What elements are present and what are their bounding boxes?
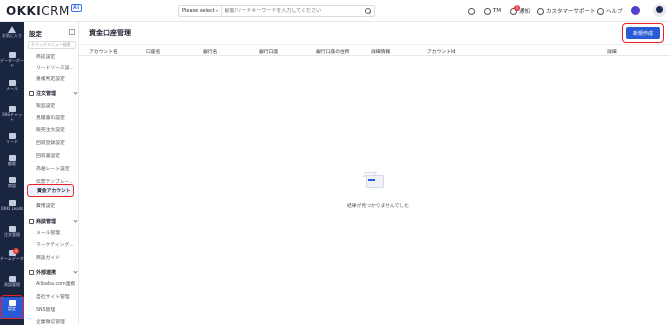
column-header: 口座名 [146,50,161,55]
subnav-item[interactable]: 回収登録設定 [36,139,65,146]
subnav-item[interactable]: Alibaba.com連携 [36,280,75,287]
sidebar-item-label: チームデータ [0,256,24,261]
page-title: 資金口座管理 [89,29,131,37]
subnav-item[interactable]: 商談設定 [36,53,55,60]
sidebar-item-mail[interactable]: メール [0,80,24,102]
column-header: 銀行口座 [259,50,279,55]
empty-box-icon [363,170,386,190]
notification-label: 通知 [519,9,531,15]
empty-state-text: 結果が見つかりませんでした [347,204,409,209]
subnav-item[interactable]: 販売注文設定 [36,126,65,133]
column-header: 銀行口座の住所 [316,50,350,55]
link-group-icon [29,270,34,275]
sidebar-item-label: 商談 [8,183,16,188]
refresh-icon [468,7,475,15]
team-data-badge: 4 [13,248,19,254]
sidebar-item-label: 注文管理 [4,232,20,237]
chevron-down-icon [73,90,78,95]
subnav-group-label: 外部連携 [36,270,57,276]
subnav-item-fund-account[interactable]: 資金アカウント [37,187,71,194]
bell-icon: 5 [510,4,520,15]
deal-group-icon [29,219,34,224]
sidebar-item-label: SNSチャット [1,112,23,122]
subnav-item[interactable]: SNS管理 [36,306,55,313]
sidebar-item-label: リード [6,139,18,144]
sidebar-item-label: データーボード [0,58,24,68]
column-header: アカウントId [427,50,456,55]
team-label: TM [493,8,502,14]
column-header: 詳細 [607,50,617,55]
refresh-button[interactable] [468,6,475,16]
search-type-label: Please select [182,8,215,14]
subnav-item[interactable]: 製品設定 [36,102,55,109]
sidebar-item-orders[interactable]: 注文管理 [0,226,24,248]
subnav-item[interactable]: 為替レート設定 [36,165,70,172]
search-input[interactable] [221,8,364,14]
sidebar-item-okki-leads[interactable]: OKKI Leads [0,200,24,222]
sidebar-item-label: 顧客 [8,161,16,166]
sidebar-item-label: メール [6,86,18,91]
collapse-icon[interactable] [69,29,75,35]
sidebar-item-leads[interactable]: リード [0,133,24,155]
customer-support-label: カスタマーサポート [546,9,596,15]
logo-crm-text: CRM [41,4,70,18]
top-bar: OKKI CRM AI Please select TM 5 通知 カスタマーサ… [0,0,670,22]
table-header: アカウント名 口座名 銀行名 銀行口座 銀行口座の住所 詳細情報 アカウントId… [79,44,670,56]
logo-main-text: OKKI [6,4,42,18]
subnav-item[interactable]: 重複判定設定 [36,75,65,82]
help-label: ヘルプ [606,9,623,15]
sidebar-item-label: 承認管理 [4,282,20,287]
sidebar-item-label: OKKI Leads [0,206,24,211]
headset-icon [537,7,544,15]
order-group-icon [29,91,34,96]
subnav-item[interactable]: メール管理 [36,229,60,236]
subnav-item[interactable]: 自社サイト管理 [36,293,70,300]
subnav-title: 設定 [29,30,42,38]
notification-badge: 5 [514,4,520,11]
column-header: 詳細情報 [371,50,391,55]
star-icon [8,26,16,33]
theme-icon[interactable] [631,6,640,15]
sidebar-item-dashboard[interactable]: データーボード [0,52,24,74]
sidebar-item-deals[interactable]: 商談 [0,177,24,199]
customer-support-button[interactable]: カスタマーサポート [537,6,595,16]
subnav-item[interactable]: 費用設定 [36,202,55,209]
sidebar-item-label: お気に入り [2,33,22,38]
subnav-group-external[interactable]: 外部連携 [29,269,78,276]
subnav-item[interactable]: 商談ガイド [36,254,60,261]
search-icon[interactable] [364,7,372,15]
sidebar-item-customers[interactable]: 顧客 [0,155,24,177]
sidebar-item-favorites[interactable]: お気に入り [0,26,24,48]
subnav-group-deals[interactable]: 商談管理 [29,218,78,225]
search-type-select[interactable]: Please select [179,6,222,16]
notification-button[interactable]: 5 通知 [510,4,531,16]
global-search: Please select [178,5,375,17]
logo-ai-badge: AI [70,4,82,12]
team-button[interactable]: TM [484,6,501,16]
subnav-search-input[interactable]: クイックメニュー検索 [28,41,76,49]
main-content: 資金口座管理 新規作成 アカウント名 口座名 銀行名 銀行口座 銀行口座の住所 … [79,22,670,325]
subnav-item[interactable]: マーケティング... [36,241,74,248]
main-sidebar: お気に入り データーボード メール SNSチャット リード 顧客 商談 OKKI… [0,22,24,325]
subnav-item[interactable]: 見積書の設定 [36,114,65,121]
subnav-group-label: 注文管理 [36,91,57,97]
help-button[interactable]: ヘルプ [597,6,623,16]
new-create-button[interactable]: 新規作成 [626,27,660,39]
chevron-down-icon [215,10,218,12]
sidebar-item-sns-chat[interactable]: SNSチャット [0,106,24,128]
team-icon [484,7,491,15]
subnav-group-label: 商談管理 [36,219,57,225]
sidebar-item-team-data[interactable]: 4 チームデータ [0,248,24,272]
okki-crm-logo[interactable]: OKKI CRM AI [6,3,82,19]
user-avatar[interactable] [653,4,666,17]
column-header: アカウント名 [89,50,118,55]
subnav-item[interactable]: リードソース設... [36,64,74,71]
subnav-item[interactable]: 回収書設定 [36,152,60,159]
subnav-item[interactable]: 企業微信管理 [36,318,65,325]
column-header: 銀行名 [203,50,218,55]
settings-highlight-box [1,295,23,319]
subnav-group-orders[interactable]: 注文管理 [29,90,78,97]
help-icon [597,7,604,15]
